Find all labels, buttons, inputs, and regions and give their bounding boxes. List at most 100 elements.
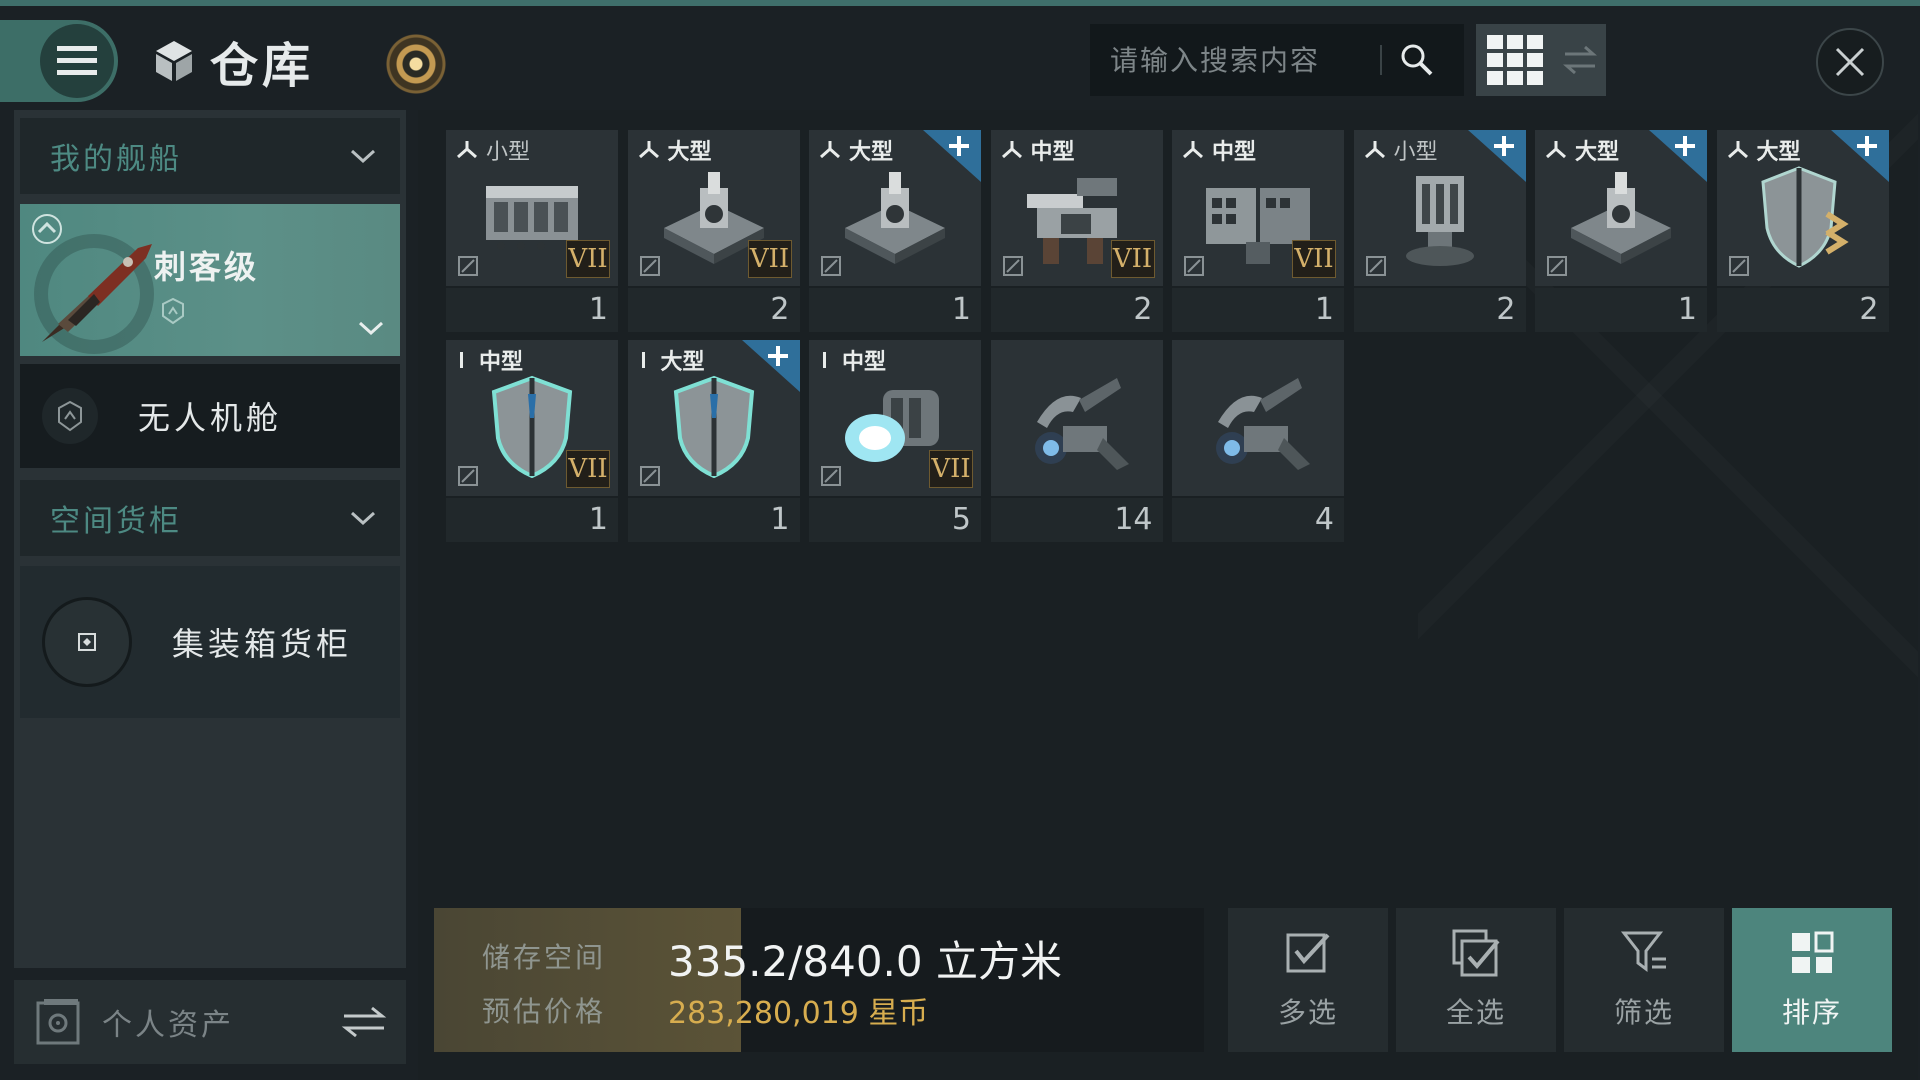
ship-name: 刺客级 [154, 248, 260, 286]
menu-button[interactable] [0, 20, 118, 102]
lock-icon [639, 256, 660, 276]
turret-slot-icon [1727, 141, 1748, 159]
inventory-item[interactable]: 中型 VII 1 [446, 340, 618, 542]
item-thumbnail: 大型 [809, 130, 981, 286]
inventory-item[interactable]: 4 [1172, 340, 1344, 542]
section-space-cargo[interactable]: 空间货柜 [20, 480, 400, 556]
item-size-tag: 小型 [1362, 134, 1438, 166]
container-cargo-label: 集装箱货柜 [172, 625, 353, 663]
section-my-ships-label: 我的舰船 [50, 142, 182, 177]
plus-icon [1649, 130, 1707, 182]
item-size-tag: 大型 [636, 344, 705, 376]
item-size-label: 大型 [849, 140, 894, 165]
page-title: 仓库 [210, 38, 315, 94]
turret-slot-icon [1546, 141, 1566, 159]
storage-space-label: 储存空间 [482, 941, 607, 974]
inventory-item[interactable]: 中型 VII 1 [1172, 130, 1344, 332]
section-space-cargo-label: 空间货柜 [50, 504, 182, 539]
item-count: 1 [809, 288, 981, 332]
estimated-price-value: 283,280,019 星币 [668, 996, 929, 1031]
item-size-label: 中型 [1030, 140, 1075, 165]
select-all-button[interactable]: 全选 [1396, 908, 1556, 1052]
lock-icon [1002, 256, 1023, 276]
item-size-tag: 大型 [1543, 134, 1619, 166]
item-size-tag: 中型 [817, 344, 886, 376]
inventory-item[interactable]: 14 [990, 340, 1163, 542]
plus-icon [741, 340, 800, 392]
personal-assets-label: 个人资产 [102, 1008, 234, 1043]
grid-view-icon[interactable] [1476, 24, 1554, 96]
target-icon[interactable] [384, 32, 448, 96]
item-count: 1 [446, 498, 618, 542]
sidebar-item-drone-bay[interactable]: 无人机舱 [20, 364, 400, 468]
item-count: 5 [809, 498, 981, 542]
turret-slot-icon [1001, 141, 1022, 159]
inventory-item[interactable]: 大型 VII 2 [627, 130, 800, 332]
item-count: 1 [627, 498, 800, 542]
inventory-item[interactable]: 大型 1 [627, 340, 800, 542]
swap-view-icon[interactable] [1554, 24, 1606, 96]
inventory-item[interactable]: 中型 VII 2 [990, 130, 1163, 332]
multi-select-button[interactable]: 多选 [1228, 908, 1388, 1052]
inventory-item[interactable]: 中型 VII 5 [809, 340, 981, 542]
storage-panel: 储存空间 335.2/840.0 立方米 预估价格 283,280,019 星币 [434, 908, 1204, 1052]
item-count: 2 [627, 288, 800, 332]
item-thumbnail: 大型 VII [627, 130, 800, 286]
item-count: 2 [990, 288, 1163, 332]
close-button[interactable] [1816, 28, 1884, 96]
section-my-ships[interactable]: 我的舰船 [20, 118, 400, 194]
item-thumbnail: 中型 VII [809, 340, 981, 496]
plus-icon [923, 130, 981, 182]
item-count: 1 [1535, 288, 1707, 332]
item-size-label: 中型 [479, 350, 524, 375]
multi-select-label: 多选 [1277, 996, 1338, 1029]
warehouse-cube-icon [156, 41, 192, 81]
item-count: 2 [1353, 288, 1526, 332]
ship-card-assassin[interactable]: 刺客级 [20, 204, 400, 356]
assets-icon [36, 999, 80, 1045]
inventory-item[interactable]: 大型 2 [1716, 130, 1889, 332]
select-all-label: 全选 [1445, 996, 1506, 1029]
module-slot-icon [823, 352, 826, 368]
top-accent-strip [0, 0, 1920, 6]
sort-button[interactable]: 排序 [1732, 908, 1892, 1052]
lock-icon [1184, 256, 1204, 276]
item-thumbnail: 大型 [627, 340, 800, 496]
drone-bay-small-icon [162, 297, 184, 325]
item-count: 2 [1716, 288, 1889, 332]
search-input[interactable] [1090, 43, 1370, 77]
item-size-label: 小型 [1393, 140, 1438, 165]
lock-icon [458, 256, 478, 276]
page-header: 仓库 [150, 30, 314, 94]
filter-button[interactable]: 筛选 [1564, 908, 1724, 1052]
item-count: 1 [446, 288, 618, 332]
inventory-item[interactable]: 小型 2 [1353, 130, 1526, 332]
item-thumbnail: 中型 VII [990, 130, 1163, 286]
item-count: 14 [990, 498, 1163, 542]
swap-icon[interactable] [340, 1004, 388, 1040]
item-size-label: 大型 [1575, 140, 1620, 165]
inventory-item[interactable]: 大型 1 [1535, 130, 1707, 332]
filter-label: 筛选 [1613, 996, 1674, 1029]
sort-label: 排序 [1781, 996, 1842, 1029]
inventory-item[interactable]: 小型 VII 1 [446, 130, 618, 332]
item-size-label: 中型 [842, 350, 887, 375]
personal-assets-bar[interactable]: 个人资产 [14, 980, 406, 1064]
lock-icon [821, 466, 841, 486]
search-icon[interactable] [1392, 35, 1442, 85]
item-size-tag: 小型 [454, 134, 530, 166]
view-toggle [1476, 24, 1606, 96]
sidebar-item-container-cargo[interactable]: 集装箱货柜 [20, 566, 400, 718]
item-thumbnail: 中型 VII [1172, 130, 1344, 286]
inventory-item[interactable]: 大型 1 [809, 130, 981, 332]
turret-slot-icon [1183, 141, 1203, 159]
checkbox-icon [1286, 933, 1330, 973]
turret-slot-icon [457, 141, 477, 159]
chevron-down-icon [350, 149, 376, 164]
item-size-tag: 中型 [999, 134, 1075, 166]
drone-module-icon [1216, 378, 1310, 470]
lock-icon [1728, 256, 1749, 276]
lock-icon [639, 466, 660, 486]
item-thumbnail: 大型 [1535, 130, 1707, 286]
item-size-tag: 大型 [636, 134, 712, 166]
